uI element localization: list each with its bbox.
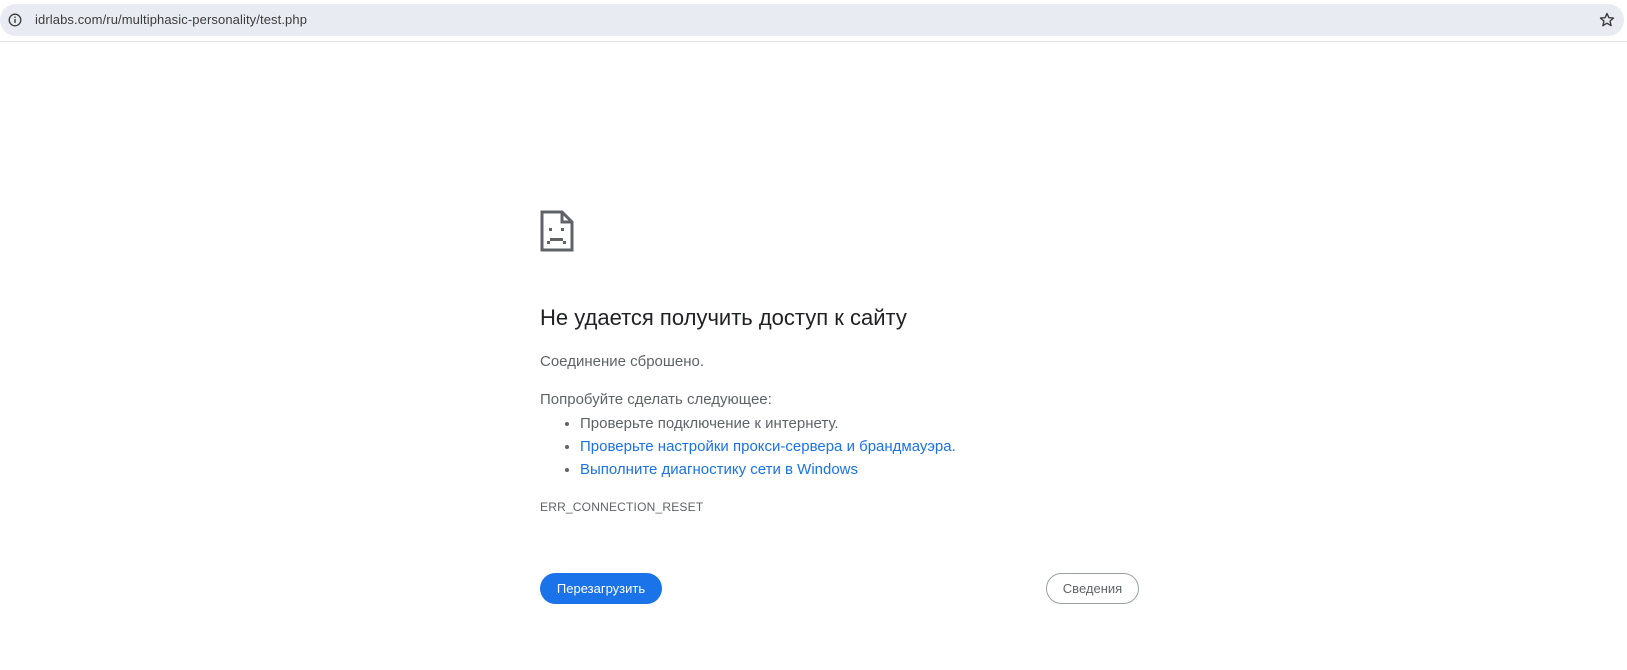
suggestion-item: Проверьте подключение к интернету. [580,412,956,435]
suggestion-item: Выполните диагностику сети в Windows [580,458,956,481]
info-circle-icon[interactable] [5,10,25,30]
suggestion-check-connection: Проверьте подключение к интернету. [580,415,839,432]
suggestions-list: Проверьте подключение к интернету. Прове… [540,412,956,481]
page-title: Не удается получить доступ к сайту [540,305,907,330]
details-button[interactable]: Сведения [1046,573,1139,604]
error-subtitle: Соединение сброшено. [540,353,705,370]
url-text[interactable]: idrlabs.com/ru/multiphasic-personality/t… [35,12,307,27]
error-code: ERR_CONNECTION_RESET [540,500,704,514]
sad-page-icon [540,210,574,252]
reload-button[interactable]: Перезагрузить [540,573,662,604]
suggestion-proxy-firewall-link[interactable]: Проверьте настройки прокси-сервера и бра… [580,438,956,455]
suggestion-item: Проверьте настройки прокси-сервера и бра… [580,435,956,458]
suggestions-heading: Попробуйте сделать следующее: [540,391,772,408]
star-outline-icon[interactable] [1596,10,1618,30]
suggestion-network-diagnostics-link[interactable]: Выполните диагностику сети в Windows [580,461,858,478]
address-bar[interactable]: idrlabs.com/ru/multiphasic-personality/t… [0,4,1624,36]
browser-toolbar: idrlabs.com/ru/multiphasic-personality/t… [0,0,1627,42]
